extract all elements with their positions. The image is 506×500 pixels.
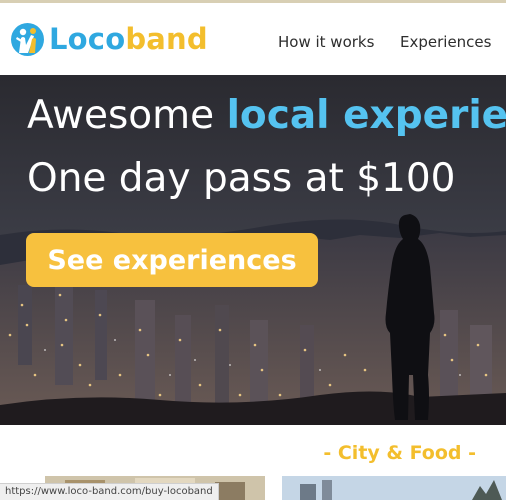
logo-text-loco: Loco: [49, 21, 126, 56]
section-title-city-food: - City & Food -: [323, 442, 476, 464]
see-experiences-button[interactable]: See experiences: [26, 233, 318, 287]
logo-text-band: band: [125, 21, 208, 56]
headline-prefix: Awesome: [27, 93, 227, 138]
logo-wordmark: Locoband: [49, 21, 208, 56]
hero-headline-line2: One day pass at $100: [27, 156, 456, 201]
site-header: Locoband How it works Experiences: [0, 3, 506, 75]
status-bar-link-url: https://www.loco-band.com/buy-locoband: [0, 483, 219, 500]
logo[interactable]: Locoband: [11, 21, 208, 57]
nav-how-it-works[interactable]: How it works: [278, 33, 374, 51]
logo-people-icon: [11, 22, 44, 56]
hero-banner: Awesome local experien One day pass at $…: [0, 75, 506, 425]
experience-card-image-right[interactable]: [282, 476, 506, 500]
nav-experiences[interactable]: Experiences: [400, 33, 491, 51]
card-photo-right: [282, 476, 506, 500]
headline-accent: local experien: [226, 93, 506, 138]
hero-headline-line1: Awesome local experien: [27, 96, 506, 135]
